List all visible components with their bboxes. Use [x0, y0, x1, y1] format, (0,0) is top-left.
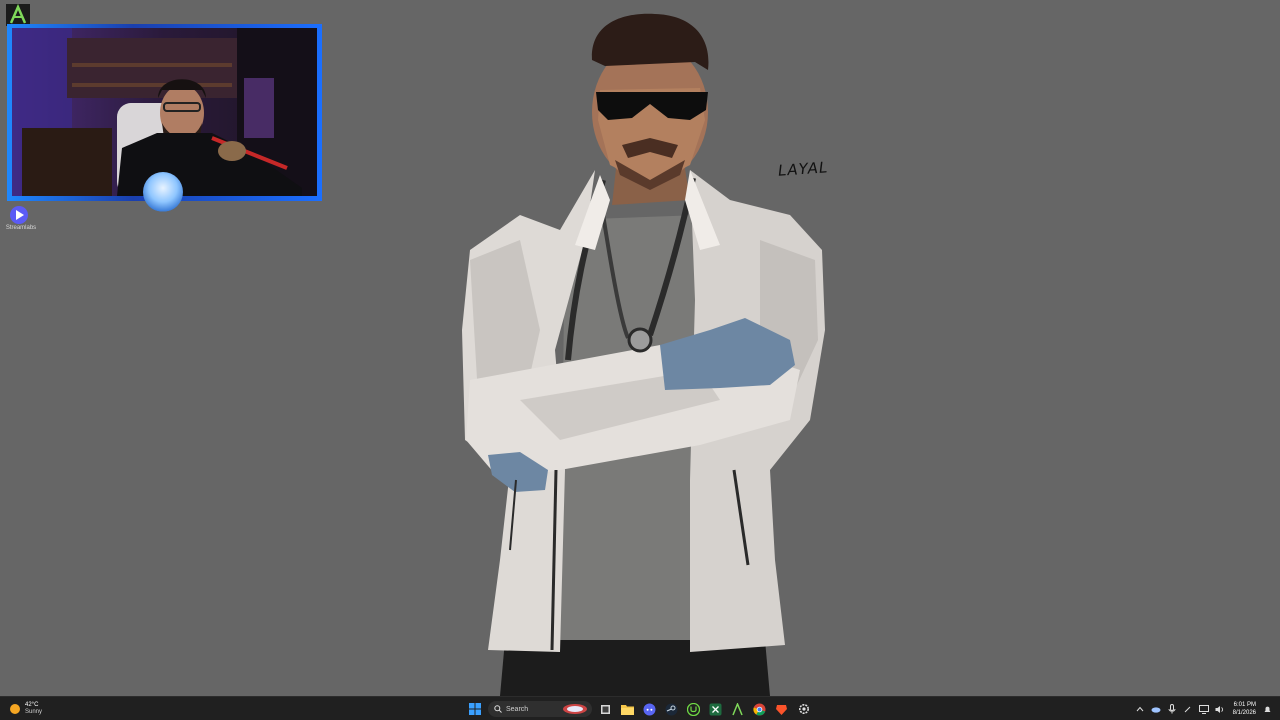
discord-icon [643, 703, 656, 715]
taskbar: 42°C Sunny Search 6:01 PM 8/1/2026 [0, 696, 1280, 720]
webcam-feed [12, 28, 317, 196]
chrome-icon [753, 703, 766, 715]
show-hidden-icons-button[interactable] [1135, 704, 1145, 714]
onedrive-button[interactable] [1151, 704, 1161, 714]
weather-widget[interactable]: 42°C Sunny [10, 700, 42, 718]
cloud-icon [1151, 707, 1161, 713]
weather-condition: Sunny [25, 709, 43, 715]
language-indicator[interactable] [1183, 704, 1193, 714]
weather-temp: 42°C [25, 702, 39, 708]
search-icon [494, 705, 502, 713]
webcam-scene [12, 28, 317, 196]
start-icon [468, 703, 481, 715]
search-input[interactable]: Search [488, 701, 592, 717]
settings-button[interactable] [795, 701, 812, 718]
upwork-button[interactable] [685, 701, 702, 718]
chrome-button[interactable] [751, 701, 768, 718]
notifications-button[interactable] [1262, 704, 1272, 714]
app-a-icon [732, 702, 743, 715]
upwork-icon [687, 702, 700, 716]
search-placeholder: Search [506, 705, 529, 713]
steam-button[interactable] [663, 701, 680, 718]
file-explorer-button[interactable] [619, 701, 636, 718]
chevron-up-icon [1136, 706, 1144, 712]
network-button[interactable] [1198, 704, 1209, 714]
steam-icon [665, 703, 678, 715]
monitor-icon [1198, 704, 1209, 714]
discord-button[interactable] [641, 701, 658, 718]
file-explorer-icon [621, 704, 634, 715]
app-a-icon[interactable] [6, 4, 30, 26]
clock-date: 8/1/2026 [1232, 710, 1256, 716]
brave-icon [776, 704, 787, 715]
app-a-button[interactable] [729, 701, 746, 718]
brave-button[interactable] [773, 701, 790, 718]
clock[interactable]: 6:01 PM 8/1/2026 [1233, 701, 1256, 717]
task-view-icon [601, 704, 610, 714]
task-view-button[interactable] [597, 701, 614, 718]
start-button[interactable] [466, 701, 483, 718]
pen-icon [1184, 706, 1190, 713]
excel-icon [709, 703, 722, 715]
avatar [143, 172, 183, 212]
taskbar-pinned-apps: Search [466, 699, 812, 719]
notification-bell-icon [1264, 706, 1270, 712]
sun-icon [10, 704, 20, 714]
clock-time: 6:01 PM [1233, 702, 1256, 708]
system-tray: 6:01 PM 8/1/2026 [1135, 699, 1272, 719]
settings-icon [798, 704, 809, 714]
speaker-icon [1215, 705, 1223, 713]
search-highlight-icon [563, 704, 587, 714]
microphone-button[interactable] [1167, 704, 1177, 714]
wallpaper-signature: LAYAL [777, 158, 829, 180]
desktop-icon-label[interactable]: Streamlabs [4, 225, 38, 231]
microphone-icon [1168, 704, 1176, 714]
desktop: LAYAL Streamlabs [0, 0, 1280, 696]
streamlabs-icon[interactable] [8, 204, 30, 226]
volume-button[interactable] [1215, 704, 1225, 714]
excel-button[interactable] [707, 701, 724, 718]
